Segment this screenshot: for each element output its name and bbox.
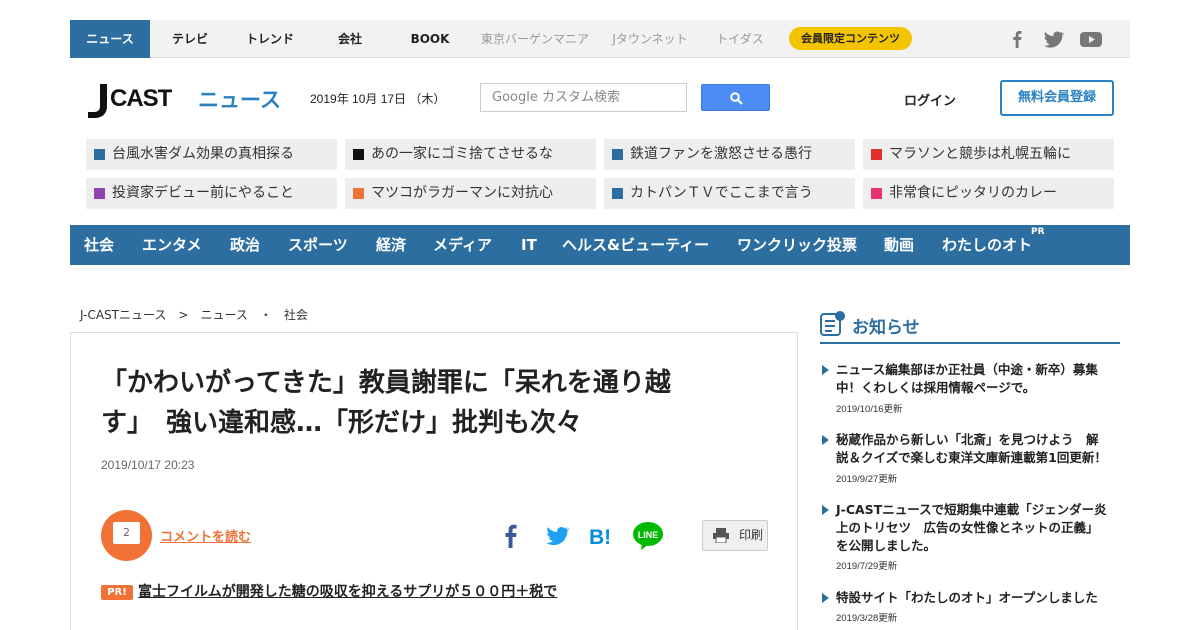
notice-updated: 2019/7/29更新	[836, 561, 898, 572]
arrow-right-icon	[822, 365, 829, 375]
notice-text: 特設サイト「わたしのオト」オープンしました	[836, 590, 1098, 605]
topnav-book[interactable]: BOOK	[390, 20, 470, 58]
pr-label: PR	[1031, 227, 1045, 237]
cat-sports[interactable]: スポーツ	[288, 225, 348, 265]
cat-economy[interactable]: 経済	[376, 225, 406, 265]
topic-marker	[612, 149, 623, 160]
notice-text: ニュース編集部ほか正社員（中途・新卒）募集 中！くわしくは採用情報ページで。	[836, 362, 1098, 395]
cat-media[interactable]: メディア	[433, 225, 492, 265]
topic-item[interactable]: 投資家デビュー前にやること	[86, 178, 337, 209]
search-input[interactable]: Google カスタム検索	[480, 83, 687, 112]
topic-item[interactable]: マツコがラガーマンに対抗心	[345, 178, 596, 209]
topic-marker	[94, 188, 105, 199]
notice-updated: 2019/9/27更新	[836, 474, 898, 485]
search-icon	[730, 92, 743, 105]
notice-text: 秘蔵作品から新しい「北斎」を見つけよう 解説＆クイズで楽しむ東洋文庫新連載第1回…	[836, 432, 1107, 465]
top-nav: ニュース テレビ トレンド 会社 BOOK 東京バーゲンマニア Jタウンネット …	[70, 20, 1130, 58]
breadcrumb-society[interactable]: 社会	[284, 308, 308, 322]
svg-text:CAST: CAST	[110, 85, 173, 112]
youtube-icon[interactable]	[1080, 30, 1102, 48]
pr-badge: PR!	[101, 585, 133, 600]
arrow-right-icon	[822, 505, 829, 515]
breadcrumb-home[interactable]: J-CASTニュース	[80, 308, 166, 322]
topnav-jtown[interactable]: Jタウンネット	[605, 20, 695, 58]
search-button[interactable]	[701, 84, 770, 111]
arrow-right-icon	[822, 593, 829, 603]
topic-item[interactable]: あの一家にゴミ捨てさせるな	[345, 139, 596, 170]
login-link[interactable]: ログイン	[904, 90, 956, 109]
topic-label: 鉄道ファンを激怒させる愚行	[630, 146, 812, 162]
notice-heading-label: お知らせ	[852, 318, 920, 338]
facebook-icon[interactable]	[1006, 30, 1028, 48]
notice-icon	[820, 311, 845, 336]
topic-label: 投資家デビュー前にやること	[112, 185, 294, 201]
topic-marker	[871, 149, 882, 160]
breadcrumb: J-CASTニュース > ニュース・社会	[80, 306, 320, 323]
cat-it[interactable]: IT	[521, 225, 537, 265]
topnav-toidas[interactable]: トイダス	[705, 20, 775, 58]
notice-text: J-CASTニュースで短期集中連載「ジェンダー炎 上のトリセツ 広告の女性像とネッ…	[836, 502, 1107, 553]
topic-item[interactable]: 鉄道ファンを激怒させる愚行	[604, 139, 855, 170]
topic-label: カトパンＴＶでここまで言う	[630, 185, 813, 201]
topic-label: 非常食にピッタリのカレー	[889, 185, 1057, 201]
topic-marker	[612, 188, 623, 199]
topnav-company[interactable]: 会社	[310, 20, 390, 58]
arrow-right-icon	[822, 435, 829, 445]
topnav-bargain[interactable]: 東京バーゲンマニア	[475, 20, 595, 58]
notice-updated: 2019/3/28更新	[836, 613, 898, 624]
topic-item[interactable]: マラソンと競歩は札幌五輪に	[863, 139, 1114, 170]
topic-item[interactable]: 台風水害ダム効果の真相探る	[86, 139, 337, 170]
cat-entertainment[interactable]: エンタメ	[142, 225, 202, 265]
breadcrumb-separator: ・	[259, 308, 272, 322]
print-button[interactable]: 印刷	[702, 520, 768, 551]
article-title-line: 「かわいがってきた」教員謝罪に「呆れを通り越	[101, 368, 671, 398]
topnav-trend[interactable]: トレンド	[230, 20, 310, 58]
topic-marker	[94, 149, 105, 160]
cat-video[interactable]: 動画	[884, 225, 914, 265]
current-date: 2019年 10月 17日 （木）	[310, 92, 446, 106]
hatena-bookmark-icon[interactable]: B!	[587, 522, 615, 550]
category-nav: 社会 エンタメ 政治 スポーツ 経済 メディア IT ヘルス&ビューティー ワン…	[70, 225, 1130, 265]
cat-one-click-vote[interactable]: ワンクリック投票	[737, 225, 857, 265]
twitter-icon[interactable]	[543, 522, 571, 550]
topic-label: マラソンと競歩は札幌五輪に	[889, 146, 1071, 162]
notice-updated: 2019/10/16更新	[836, 404, 903, 415]
twitter-icon[interactable]	[1042, 30, 1064, 48]
print-label: 印刷	[739, 528, 764, 542]
cat-health-beauty[interactable]: ヘルス&ビューティー	[562, 225, 709, 265]
topic-label: 台風水害ダム効果の真相探る	[112, 146, 294, 162]
cat-society[interactable]: 社会	[84, 225, 114, 265]
member-content-button[interactable]: 会員限定コンテンツ	[789, 27, 912, 50]
print-icon	[713, 528, 729, 543]
jcast-logo[interactable]: CAST ニュース	[86, 78, 286, 120]
register-button[interactable]: 無料会員登録	[1000, 80, 1114, 116]
article-title-line: す」 強い違和感…「形だけ」批判も次々	[101, 408, 583, 438]
article-date: 2019/10/17 20:23	[101, 458, 195, 472]
topic-label: マツコがラガーマンに対抗心	[371, 185, 553, 201]
read-comments-link[interactable]: コメントを読む	[160, 526, 251, 545]
topic-item[interactable]: 非常食にピッタリのカレー	[863, 178, 1114, 209]
svg-text:LINE: LINE	[638, 530, 659, 540]
topnav-news[interactable]: ニュース	[70, 20, 150, 58]
svg-text:ニュース: ニュース	[198, 88, 281, 112]
article-card: 「かわいがってきた」教員謝罪に「呆れを通り越 す」 強い違和感…「形だけ」批判も…	[70, 332, 798, 630]
topic-label: あの一家にゴミ捨てさせるな	[371, 146, 553, 162]
breadcrumb-news[interactable]: ニュース	[200, 308, 247, 322]
breadcrumb-separator: >	[178, 308, 189, 322]
cat-watashi-no-oto[interactable]: わたしのオト	[942, 225, 1032, 265]
article-title: 「かわいがってきた」教員謝罪に「呆れを通り越 す」 強い違和感…「形だけ」批判も…	[101, 363, 761, 443]
cat-politics[interactable]: 政治	[230, 225, 260, 265]
comment-count: 2	[113, 522, 140, 544]
line-icon[interactable]: LINE	[632, 521, 664, 551]
notice-heading: お知らせ	[820, 311, 1120, 344]
comment-icon[interactable]: 2	[101, 510, 152, 561]
topic-item[interactable]: カトパンＴＶでここまで言う	[604, 178, 855, 209]
topic-marker	[871, 188, 882, 199]
facebook-icon[interactable]	[497, 522, 525, 550]
topic-marker	[353, 149, 364, 160]
svg-text:B!: B!	[589, 526, 611, 549]
topic-marker	[353, 188, 364, 199]
topnav-tv[interactable]: テレビ	[150, 20, 230, 58]
pr-ad-link[interactable]: 富士フイルムが開発した糖の吸収を抑えるサプリが５００円＋税で	[138, 581, 557, 601]
